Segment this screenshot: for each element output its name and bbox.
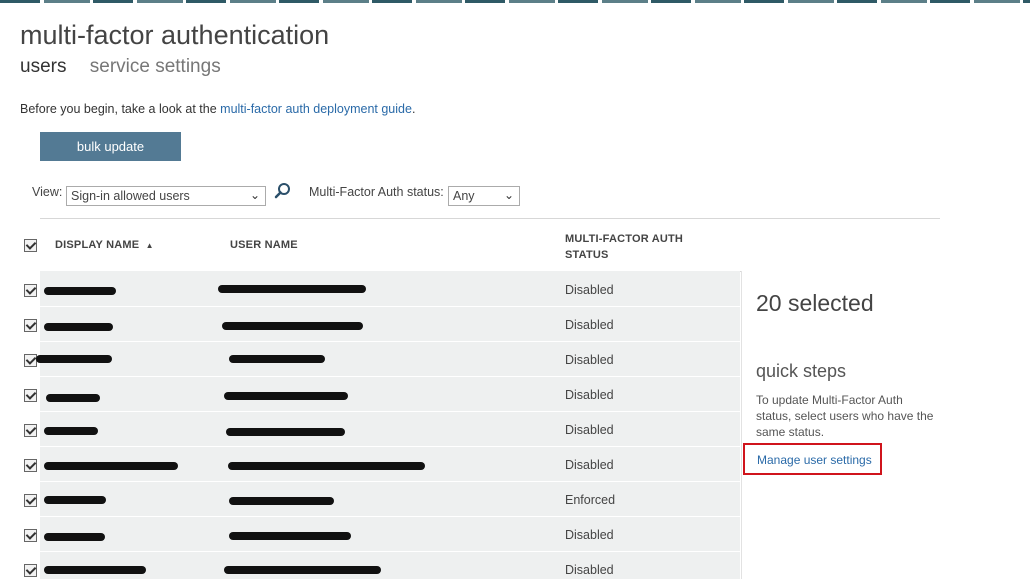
select-all-checkbox[interactable] (24, 239, 37, 252)
manage-user-settings-link[interactable]: Manage user settings (743, 443, 882, 475)
redacted-user-name (222, 322, 363, 330)
intro-text: Before you begin, take a look at the mul… (20, 102, 415, 116)
redacted-user-name (226, 428, 345, 436)
column-header-mfa-status[interactable]: MULTI-FACTOR AUTH STATUS (565, 231, 683, 263)
mfa-status-value: Disabled (565, 318, 614, 332)
quick-steps-title: quick steps (756, 361, 847, 381)
tab-bar: users service settings (20, 56, 239, 78)
row-divider (40, 341, 740, 342)
row-checkbox[interactable] (24, 494, 37, 507)
column-header-label: MULTI-FACTOR AUTH (565, 233, 684, 245)
sort-ascending-icon: ▲ (145, 241, 154, 250)
redacted-display-name (44, 566, 146, 574)
redacted-user-name (229, 355, 325, 363)
row-checkbox[interactable] (24, 564, 37, 577)
mfa-status-value: Disabled (565, 563, 614, 577)
mfa-status-value: Enforced (565, 493, 616, 507)
row-divider (40, 516, 740, 517)
search-icon[interactable] (274, 182, 292, 200)
top-border (0, 0, 1030, 3)
row-divider (40, 306, 740, 307)
tab-service-settings[interactable]: service settings (90, 56, 221, 78)
mfa-status-value: Disabled (565, 528, 614, 542)
view-label: View: (32, 185, 63, 199)
view-select[interactable]: Sign-in allowed users ⌄ (66, 186, 266, 206)
selected-count: 20 selected (756, 290, 874, 316)
manage-user-settings-label: Manage user settings (757, 453, 872, 467)
mfa-status-value: Disabled (565, 353, 614, 367)
row-checkbox[interactable] (24, 319, 37, 332)
quick-steps-description: To update Multi-Factor Auth status, sele… (756, 393, 934, 439)
tab-users[interactable]: users (20, 56, 66, 78)
column-header-label: DISPLAY NAME (55, 239, 140, 251)
row-checkbox[interactable] (24, 284, 37, 297)
redacted-user-name (224, 392, 348, 400)
user-table-body (40, 271, 740, 579)
row-checkbox[interactable] (24, 459, 37, 472)
mfa-status-value: Disabled (565, 423, 614, 437)
column-header-label: STATUS (565, 249, 609, 261)
chevron-down-icon: ⌄ (503, 188, 514, 202)
redacted-display-name (44, 496, 106, 504)
redacted-display-name (44, 533, 105, 541)
redacted-user-name (229, 497, 334, 505)
redacted-display-name (44, 323, 113, 331)
intro-suffix: . (411, 102, 416, 116)
mfa-status-select[interactable]: Any ⌄ (448, 186, 520, 206)
column-header-display-name[interactable]: DISPLAY NAME ▲ (55, 239, 154, 251)
row-checkbox[interactable] (24, 389, 37, 402)
row-divider (40, 481, 740, 482)
mfa-status-value: Disabled (565, 283, 614, 297)
row-checkbox[interactable] (24, 354, 37, 367)
redacted-user-name (218, 285, 366, 293)
redacted-display-name (44, 287, 116, 295)
redacted-display-name (36, 355, 112, 363)
redacted-user-name (228, 462, 425, 470)
row-divider (40, 376, 740, 377)
table-top-divider (40, 218, 940, 219)
view-select-value: Sign-in allowed users (71, 189, 190, 203)
mfa-status-value: Disabled (565, 458, 614, 472)
bulk-update-button[interactable]: bulk update (40, 132, 181, 161)
redacted-display-name (44, 427, 98, 435)
deployment-guide-link[interactable]: multi-factor auth deployment guide (220, 102, 412, 116)
redacted-display-name (46, 394, 100, 402)
column-header-user-name[interactable]: USER NAME (230, 239, 298, 251)
page-title: multi-factor authentication (20, 20, 330, 50)
redacted-user-name (229, 532, 351, 540)
redacted-user-name (224, 566, 381, 574)
row-divider (40, 551, 740, 552)
intro-prefix: Before you begin, take a look at the (20, 102, 217, 116)
row-checkbox[interactable] (24, 424, 37, 437)
mfa-status-select-value: Any (453, 189, 475, 203)
redacted-display-name (44, 462, 178, 470)
row-checkbox[interactable] (24, 529, 37, 542)
row-divider (40, 446, 740, 447)
mfa-status-label: Multi-Factor Auth status: (309, 185, 444, 199)
chevron-down-icon: ⌄ (249, 188, 260, 202)
row-divider (40, 411, 740, 412)
mfa-status-value: Disabled (565, 388, 614, 402)
